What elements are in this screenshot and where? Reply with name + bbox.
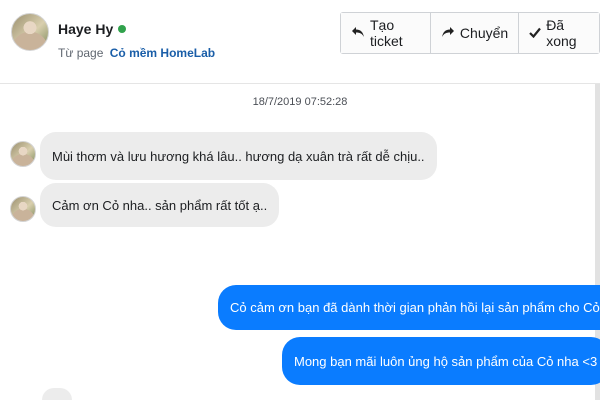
contact-name-row: Haye Hy [58,21,127,37]
message-timestamp: 18/7/2019 07:52:28 [252,96,348,108]
source-prefix: Từ page [58,46,104,60]
forward-icon [441,25,455,41]
mark-done-button[interactable]: Đã xong [519,13,599,53]
contact-source: Từ page Cỏ mềm HomeLab [58,46,215,60]
next-incoming-message-partial [42,388,72,400]
sender-avatar[interactable] [10,196,36,222]
contact-name[interactable]: Haye Hy [58,21,113,37]
mark-done-label: Đã xong [546,17,577,49]
incoming-message[interactable]: Cảm ơn Cỏ nha.. sản phẩm rất tốt ạ.. [40,183,280,227]
check-icon [529,25,542,41]
outgoing-message[interactable]: Cỏ cảm ơn bạn đã dành thời gian phản hồi… [218,285,600,330]
outgoing-message-text: Cỏ cảm ơn bạn đã dành thời gian phản hồi… [230,300,600,315]
transfer-label: Chuyển [459,25,509,41]
contact-avatar[interactable] [11,13,49,51]
outgoing-message-text: Mong bạn mãi luôn ủng hộ sản phẩm của Cỏ… [294,353,598,369]
sender-avatar[interactable] [10,141,36,167]
incoming-message-text: Mùi thơm và lưu hương khá lâu.. hương dạ… [52,148,425,164]
create-ticket-button[interactable]: Tạo ticket [341,13,431,53]
reply-icon [351,25,365,41]
action-button-group: Tạo ticket Chuyển Đã xong [340,12,600,54]
page-name-link[interactable]: Cỏ mềm HomeLab [110,46,215,60]
incoming-message-text: Cảm ơn Cỏ nha.. sản phẩm rất tốt ạ.. [52,197,268,213]
incoming-message[interactable]: Mùi thơm và lưu hương khá lâu.. hương dạ… [40,132,437,180]
transfer-button[interactable]: Chuyển [430,13,520,53]
outgoing-message[interactable]: Mong bạn mãi luôn ủng hộ sản phẩm của Cỏ… [282,337,600,385]
create-ticket-label: Tạo ticket [370,17,403,49]
online-status-indicator [118,25,127,33]
conversation-header: Haye Hy Từ page Cỏ mềm HomeLab Tạo ticke… [0,0,600,84]
